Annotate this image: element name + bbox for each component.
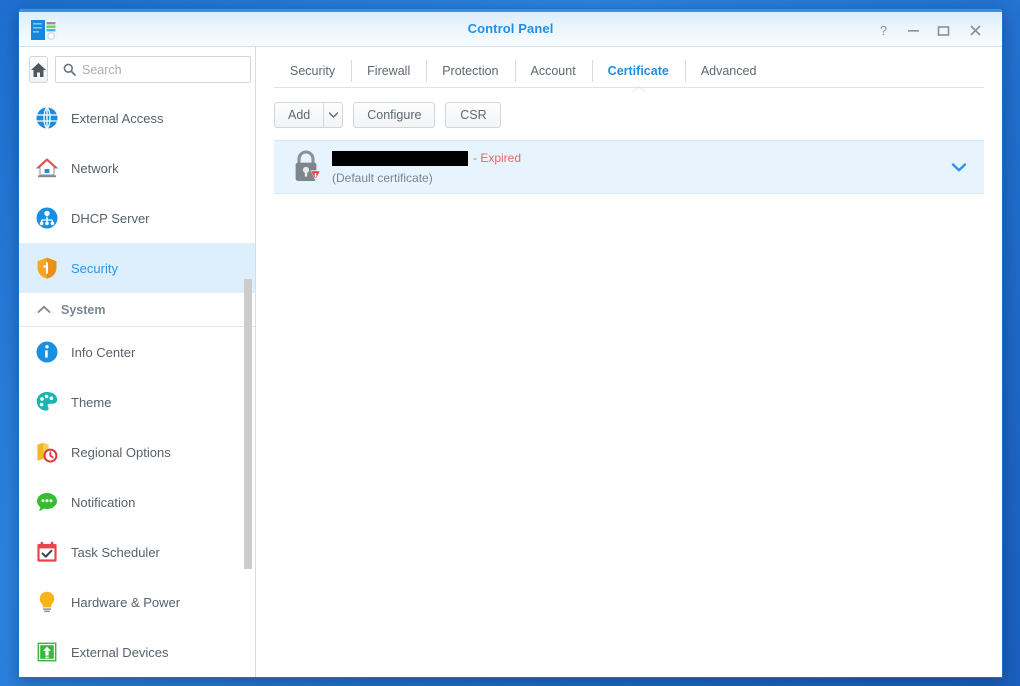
tab-account[interactable]: Account bbox=[514, 55, 592, 87]
search-icon bbox=[63, 63, 76, 76]
sidebar-item-label: Info Center bbox=[71, 344, 136, 360]
sidebar-item-label: Hardware & Power bbox=[71, 594, 181, 610]
sidebar-item-label: Theme bbox=[71, 394, 112, 410]
certificate-name-line: - Expired bbox=[332, 150, 948, 167]
sidebar-item-hardware-power[interactable]: Hardware & Power bbox=[19, 577, 255, 627]
sidebar-item-label: External Devices bbox=[71, 644, 169, 660]
lightbulb-icon bbox=[39, 591, 55, 613]
certificate-name-redacted bbox=[332, 150, 468, 166]
tab-label: Account bbox=[530, 64, 576, 78]
window-titlebar[interactable]: Control Panel ? bbox=[19, 9, 1002, 47]
tab-bar: Security Firewall Protection Account Cer… bbox=[274, 55, 984, 93]
palette-icon bbox=[36, 392, 58, 411]
sidebar-item-dhcp-server[interactable]: DHCP Server bbox=[19, 193, 255, 243]
calendar-check-icon bbox=[37, 541, 57, 562]
house-network-icon bbox=[35, 158, 59, 178]
sidebar-item-theme[interactable]: Theme bbox=[19, 377, 255, 427]
sidebar-item-notification[interactable]: Notification bbox=[19, 477, 255, 527]
home-button[interactable] bbox=[29, 56, 48, 83]
main-content: Security Firewall Protection Account Cer… bbox=[256, 47, 1002, 677]
add-dropdown-button[interactable] bbox=[323, 102, 344, 128]
info-circle-icon bbox=[36, 341, 58, 363]
sidebar-item-external-access[interactable]: External Access bbox=[19, 93, 255, 143]
sidebar-item-label: External Access bbox=[71, 110, 164, 126]
sidebar-item-label: Network bbox=[71, 160, 119, 176]
speech-bubble-icon bbox=[37, 493, 57, 512]
tab-label: Advanced bbox=[700, 64, 757, 78]
certificate-status: - Expired bbox=[473, 151, 522, 165]
sidebar-group-system[interactable]: System bbox=[19, 293, 255, 327]
sidebar-item-label: Notification bbox=[71, 494, 136, 510]
certificate-row[interactable]: - Expired (Default certificate) bbox=[274, 140, 984, 194]
tab-certificate[interactable]: Certificate bbox=[591, 55, 685, 87]
tab-advanced[interactable]: Advanced bbox=[684, 55, 773, 87]
close-button[interactable] bbox=[964, 20, 986, 40]
window-title: Control Panel bbox=[467, 21, 554, 36]
sidebar-nav-list: External Access Network DHCP Server Secu… bbox=[19, 93, 255, 677]
tab-label: Certificate bbox=[607, 64, 669, 78]
csr-button[interactable]: CSR bbox=[445, 102, 502, 128]
tab-label: Firewall bbox=[367, 64, 411, 78]
certificate-text: - Expired (Default certificate) bbox=[332, 150, 948, 185]
add-split-button: Add bbox=[274, 102, 344, 128]
sidebar-search-row bbox=[19, 47, 255, 93]
usb-upload-icon bbox=[37, 642, 57, 662]
sidebar-item-security[interactable]: Security bbox=[19, 243, 255, 293]
help-button[interactable]: ? bbox=[872, 20, 894, 40]
home-icon bbox=[31, 62, 46, 77]
sidebar-item-external-devices[interactable]: External Devices bbox=[19, 627, 255, 677]
chevron-down-icon[interactable] bbox=[948, 156, 970, 178]
tab-label: Security bbox=[290, 64, 336, 78]
certificate-subtitle: (Default certificate) bbox=[332, 170, 433, 185]
search-box[interactable] bbox=[55, 56, 251, 83]
sidebar-item-label: Security bbox=[71, 260, 118, 276]
tab-firewall[interactable]: Firewall bbox=[351, 55, 426, 87]
toolbar: Add Configure CSR bbox=[256, 87, 1002, 128]
minimize-button[interactable] bbox=[902, 20, 924, 40]
lock-warning-icon bbox=[295, 150, 321, 181]
sidebar-item-label: Task Scheduler bbox=[71, 544, 160, 560]
shield-icon bbox=[37, 257, 57, 279]
tab-security[interactable]: Security bbox=[274, 55, 351, 87]
sidebar-item-network[interactable]: Network bbox=[19, 143, 255, 193]
sidebar: External Access Network bbox=[19, 47, 256, 677]
caret-down-icon bbox=[328, 112, 338, 118]
dhcp-nodes-icon bbox=[36, 207, 58, 229]
chevron-up-icon bbox=[37, 305, 51, 313]
sidebar-group-label: System bbox=[61, 302, 106, 317]
tab-label: Protection bbox=[442, 64, 499, 78]
sidebar-item-label: DHCP Server bbox=[71, 210, 150, 226]
sidebar-scrollbar[interactable] bbox=[244, 279, 252, 569]
sidebar-item-info-center[interactable]: Info Center bbox=[19, 327, 255, 377]
add-button[interactable]: Add bbox=[274, 102, 324, 128]
maximize-button[interactable] bbox=[932, 20, 954, 40]
active-tab-indicator bbox=[631, 87, 646, 93]
tab-protection[interactable]: Protection bbox=[426, 55, 514, 87]
globe-icon bbox=[36, 107, 58, 130]
search-input[interactable] bbox=[82, 62, 243, 77]
sidebar-item-task-scheduler[interactable]: Task Scheduler bbox=[19, 527, 255, 577]
control-panel-window: Control Panel ? Search External Access N… bbox=[18, 8, 1003, 678]
sidebar-item-regional-options[interactable]: Regional Options bbox=[19, 427, 255, 477]
map-clock-icon bbox=[37, 442, 58, 463]
svg-text:?: ? bbox=[879, 24, 886, 37]
configure-button[interactable]: Configure bbox=[353, 102, 436, 128]
sidebar-item-label: Regional Options bbox=[71, 444, 171, 460]
